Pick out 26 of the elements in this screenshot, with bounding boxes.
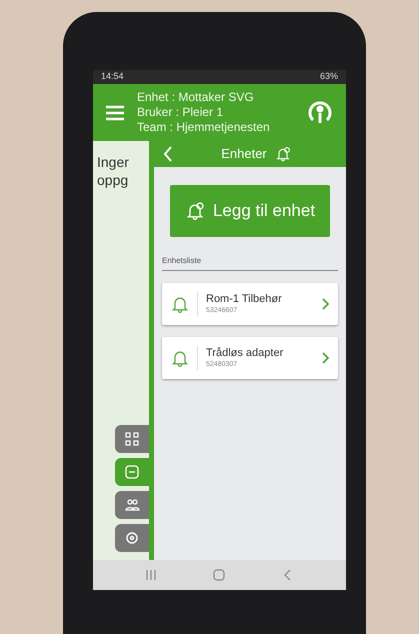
people-icon (124, 497, 140, 513)
status-time: 14:54 (101, 70, 124, 84)
side-rail-tab[interactable] (115, 425, 149, 453)
header-info-line: Bruker : Pleier 1 (137, 105, 224, 120)
battery-level: 63% (320, 70, 338, 84)
menu-icon[interactable] (105, 104, 125, 120)
grid-icon (124, 431, 140, 447)
side-rail-tab[interactable] (115, 491, 149, 519)
empty-tasks-text: Inger oppg (97, 153, 130, 189)
side-rail-tab[interactable] (115, 458, 149, 486)
device-name: Rom-1 Tilbehør (206, 292, 283, 306)
recents-icon[interactable] (145, 569, 158, 581)
list-label: Enhetsliste (162, 255, 338, 271)
device-name: Trådløs adapter (206, 346, 284, 360)
chevron-right-icon (322, 352, 330, 364)
header-info-line: Team : Hjemmetjenesten (137, 120, 271, 135)
side-rail-tab[interactable] (115, 524, 149, 552)
bell-icon (274, 146, 291, 162)
chevron-right-icon (322, 298, 330, 310)
back-chevron-icon[interactable] (162, 146, 174, 162)
header-info-line: Enhet : Mottaker SVG (137, 90, 255, 105)
panel-title: Enheter (221, 145, 267, 164)
device-icon (124, 464, 140, 480)
bell-icon (184, 201, 205, 221)
settings-icon (124, 530, 140, 546)
home-icon[interactable] (213, 569, 226, 581)
